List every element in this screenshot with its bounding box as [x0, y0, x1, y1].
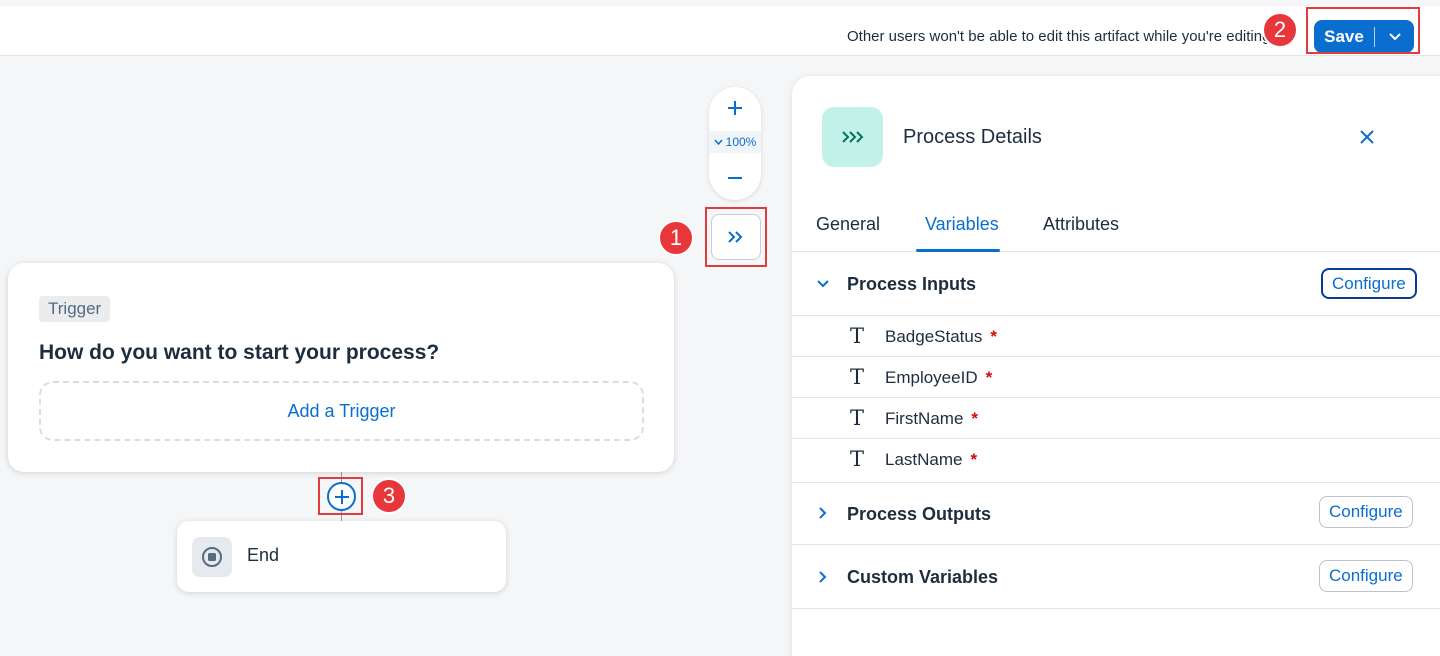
section-title: Process Outputs [847, 504, 992, 524]
step-badge-2: 2 [1262, 12, 1298, 48]
step-badge-3: 3 [371, 478, 407, 514]
section-title: Process Inputs [847, 274, 977, 294]
minus-icon [728, 177, 742, 179]
variable-row[interactable]: T EmployeeID * [792, 357, 1440, 398]
variable-name: EmployeeID * [885, 368, 993, 387]
expand-highlight [705, 207, 767, 267]
variable-name: LastName * [885, 450, 978, 469]
chevron-right-icon[interactable] [814, 568, 832, 586]
chevron-down-icon[interactable] [814, 275, 832, 293]
add-trigger-label: Add a Trigger [287, 400, 396, 421]
text-type-icon: T [850, 324, 865, 348]
chevron-right-icon[interactable] [814, 504, 832, 522]
section-process-inputs: Process Inputs Configure [792, 252, 1440, 316]
text-type-icon: T [850, 406, 865, 430]
chevron-down-icon [714, 139, 723, 145]
variable-name: BadgeStatus * [885, 327, 997, 346]
end-card[interactable]: End [177, 521, 506, 592]
text-type-icon: T [850, 447, 865, 471]
trigger-card: Trigger How do you want to start your pr… [8, 263, 674, 472]
add-trigger-button[interactable]: Add a Trigger [39, 381, 644, 441]
text-type-icon: T [850, 365, 865, 389]
zoom-level-select[interactable]: 100% [709, 131, 761, 153]
tab-general[interactable]: General [816, 214, 880, 235]
configure-outputs-button[interactable]: Configure [1319, 496, 1413, 528]
variable-name: FirstName * [885, 409, 979, 428]
process-details-panel: Process Details General Variables Attrib… [792, 76, 1440, 656]
configure-custom-button[interactable]: Configure [1319, 560, 1413, 592]
panel-tabs: General Variables Attributes [792, 202, 1440, 252]
close-icon [1360, 130, 1374, 144]
step-badge-1: 1 [658, 220, 694, 256]
section-process-outputs: Process Outputs Configure [792, 483, 1440, 545]
tab-variables[interactable]: Variables [925, 214, 999, 235]
stop-icon [192, 537, 232, 577]
zoom-in-button[interactable] [709, 93, 761, 123]
section-custom-variables: Custom Variables Configure [792, 545, 1440, 609]
variable-row[interactable]: T BadgeStatus * [792, 316, 1440, 357]
top-bar: Other users won't be able to edit this a… [0, 6, 1440, 56]
trigger-tag: Trigger [39, 296, 111, 322]
configure-inputs-button[interactable]: Configure [1321, 268, 1417, 299]
zoom-out-button[interactable] [709, 163, 761, 193]
variable-row[interactable]: T FirstName * [792, 398, 1440, 439]
process-icon [822, 107, 883, 167]
editing-lock-message: Other users won't be able to edit this a… [847, 28, 1267, 45]
end-label: End [247, 545, 280, 565]
variable-row[interactable]: T LastName * [792, 439, 1440, 483]
add-step-highlight [318, 477, 363, 515]
section-title: Custom Variables [847, 567, 999, 587]
trigger-question: How do you want to start your process? [39, 341, 440, 364]
panel-title: Process Details [903, 126, 1042, 148]
save-highlight [1306, 7, 1420, 54]
close-panel-button[interactable] [1352, 124, 1382, 150]
zoom-control: 100% [709, 87, 761, 200]
zoom-level-value: 100% [725, 135, 757, 149]
tab-attributes[interactable]: Attributes [1043, 214, 1119, 235]
plus-icon [728, 101, 742, 115]
